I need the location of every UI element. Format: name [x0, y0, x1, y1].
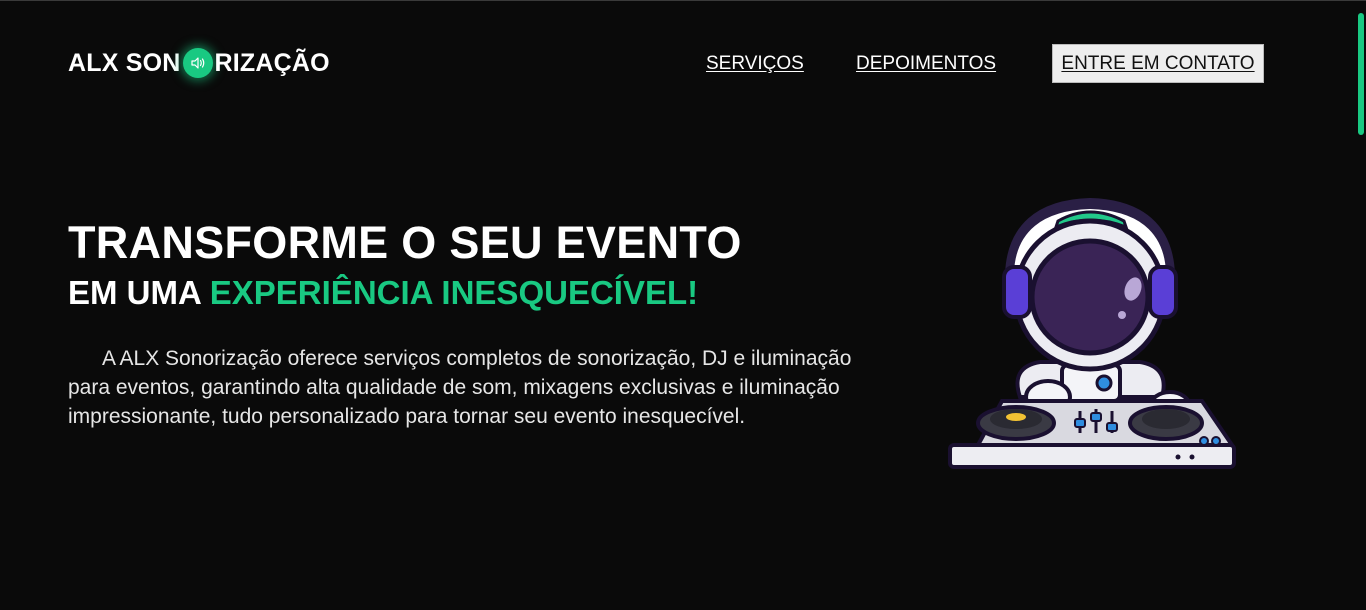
- logo[interactable]: ALX SON RIZAÇÃO: [68, 45, 330, 81]
- hero-description: A ALX Sonorização oferece serviços compl…: [68, 347, 852, 428]
- page: ALX SON RIZAÇÃO SERVIÇOS DEPOIMENTOS ENT…: [0, 0, 1366, 610]
- nav-item-testimonials: DEPOIMENTOS: [856, 45, 996, 83]
- hero-title: TRANSFORME O SEU EVENTO: [68, 217, 742, 268]
- hero-subtitle-prefix: EM UMA: [68, 274, 210, 311]
- logo-text-end: RIZAÇÃO: [214, 48, 330, 77]
- services-link[interactable]: SERVIÇOS: [706, 53, 804, 75]
- scrollbar-thumb[interactable]: [1358, 13, 1364, 135]
- testimonials-link[interactable]: DEPOIMENTOS: [856, 53, 996, 75]
- logo-text-start: ALX SON: [68, 48, 181, 77]
- contact-button[interactable]: ENTRE EM CONTATO: [1052, 44, 1264, 83]
- speaker-icon: [182, 48, 213, 78]
- hero-subtitle: EM UMA EXPERIÊNCIA INESQUECÍVEL!: [68, 271, 698, 315]
- hero-subtitle-accent: EXPERIÊNCIA INESQUECÍVEL!: [209, 274, 699, 311]
- astronaut-dj-icon: [948, 197, 1236, 469]
- nav-item-services: SERVIÇOS: [706, 45, 804, 83]
